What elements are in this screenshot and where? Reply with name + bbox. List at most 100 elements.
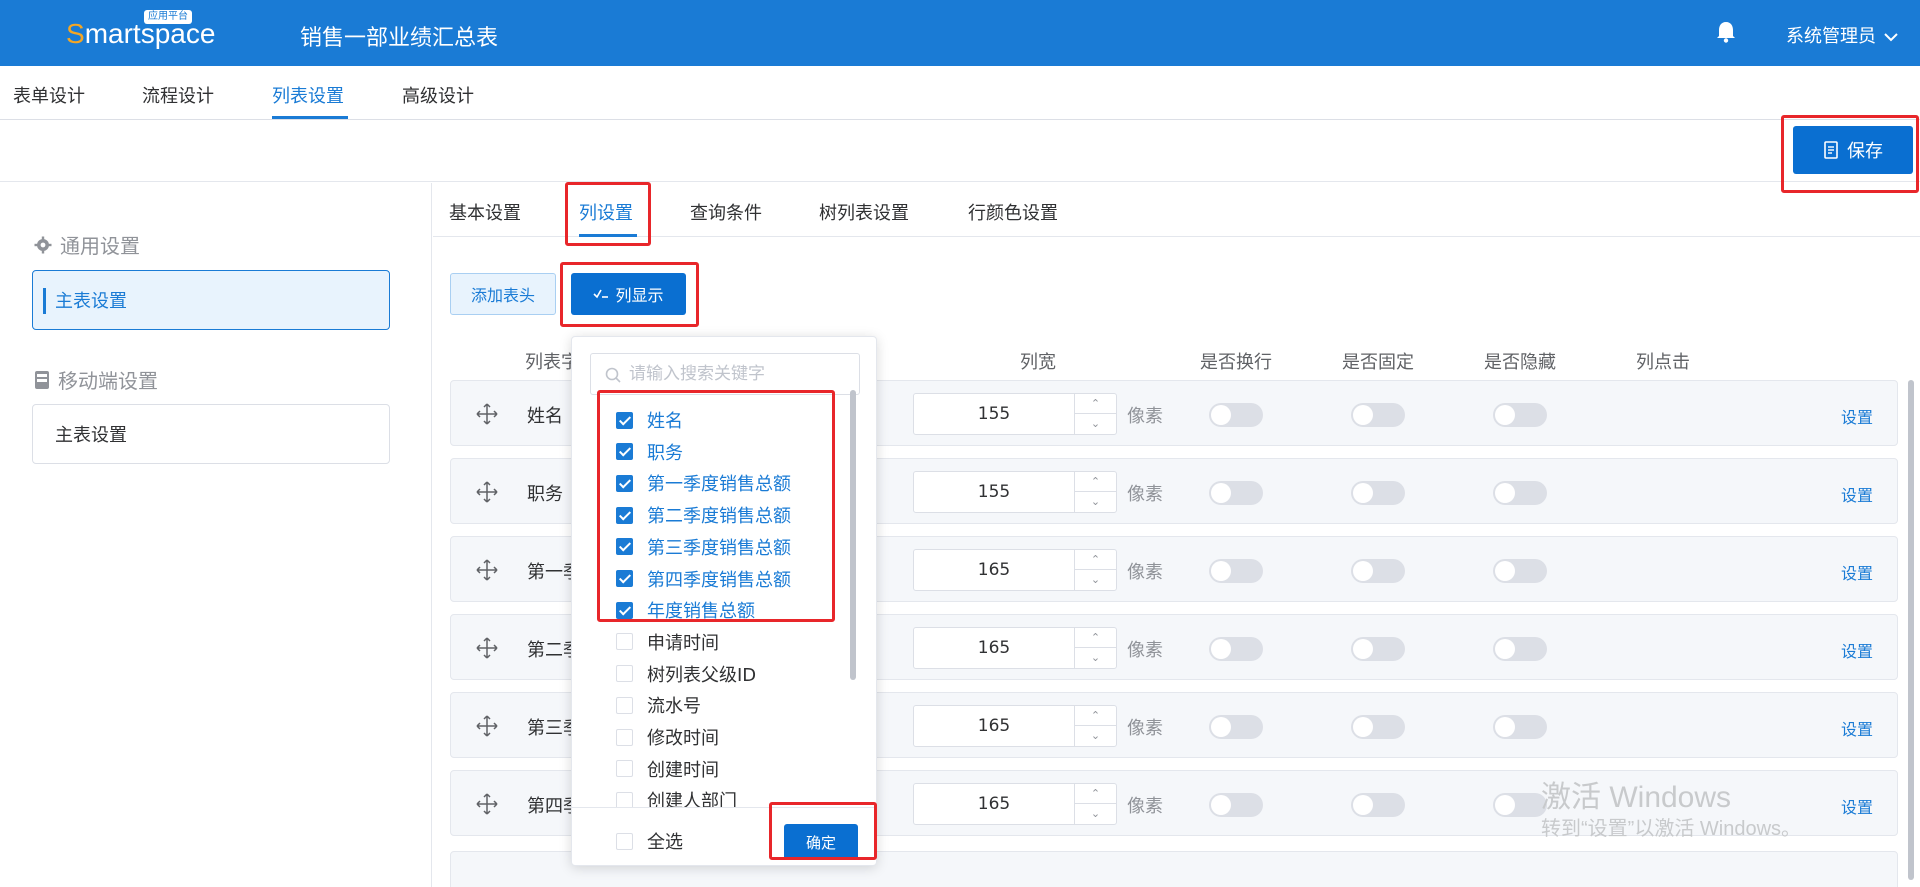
decrease-icon[interactable]: ⌄ bbox=[1075, 804, 1116, 824]
wrap-toggle[interactable] bbox=[1209, 481, 1263, 505]
decrease-icon[interactable]: ⌄ bbox=[1075, 648, 1116, 668]
column-option[interactable]: 年度销售总额 bbox=[616, 595, 755, 625]
width-stepper[interactable]: ⌃ ⌄ bbox=[1074, 472, 1116, 512]
increase-icon[interactable]: ⌃ bbox=[1075, 784, 1116, 804]
save-label: 保存 bbox=[1847, 141, 1883, 162]
increase-icon[interactable]: ⌃ bbox=[1075, 706, 1116, 726]
hidden-toggle[interactable] bbox=[1493, 403, 1547, 427]
header-column-click: 列点击 bbox=[1636, 352, 1690, 373]
wrap-toggle[interactable] bbox=[1209, 637, 1263, 661]
column-option[interactable]: 创建人部门 bbox=[616, 785, 737, 807]
subtab-query-conditions[interactable]: 查询条件 bbox=[690, 199, 762, 225]
column-option[interactable]: 第三季度销售总额 bbox=[616, 532, 791, 562]
decrease-icon[interactable]: ⌄ bbox=[1075, 570, 1116, 590]
hidden-toggle[interactable] bbox=[1493, 637, 1547, 661]
dropdown-scrollbar[interactable] bbox=[850, 390, 856, 680]
tab-form-design[interactable]: 表单设计 bbox=[13, 82, 85, 108]
increase-icon[interactable]: ⌃ bbox=[1075, 628, 1116, 648]
width-stepper[interactable]: ⌃ ⌄ bbox=[1074, 784, 1116, 824]
column-option[interactable]: 姓名 bbox=[616, 405, 683, 435]
column-option[interactable]: 修改时间 bbox=[616, 722, 719, 752]
column-click-settings-link[interactable]: 设置 bbox=[1841, 560, 1873, 584]
user-menu[interactable]: 系统管理员 bbox=[1786, 22, 1898, 48]
checkbox-box bbox=[616, 760, 633, 778]
drag-handle-icon[interactable] bbox=[475, 714, 499, 738]
subtab-tree-list-settings[interactable]: 树列表设置 bbox=[819, 199, 909, 225]
sidebar-item-label: 主表设置 bbox=[55, 291, 127, 312]
tab-list-settings[interactable]: 列表设置 bbox=[272, 82, 344, 108]
column-click-settings-link[interactable]: 设置 bbox=[1841, 716, 1873, 740]
wrap-toggle[interactable] bbox=[1209, 403, 1263, 427]
mobile-settings-title: 移动端设置 bbox=[58, 369, 158, 393]
tab-process-design[interactable]: 流程设计 bbox=[142, 82, 214, 108]
decrease-icon[interactable]: ⌄ bbox=[1075, 414, 1116, 434]
drag-handle-icon[interactable] bbox=[475, 402, 499, 426]
increase-icon[interactable]: ⌃ bbox=[1075, 472, 1116, 492]
column-click-settings-link[interactable]: 设置 bbox=[1841, 404, 1873, 428]
decrease-icon[interactable]: ⌄ bbox=[1075, 726, 1116, 746]
fixed-toggle[interactable] bbox=[1351, 481, 1405, 505]
width-stepper[interactable]: ⌃ ⌄ bbox=[1074, 394, 1116, 434]
fixed-toggle[interactable] bbox=[1351, 793, 1405, 817]
width-stepper[interactable]: ⌃ ⌄ bbox=[1074, 628, 1116, 668]
checkbox-box bbox=[616, 665, 633, 683]
column-click-settings-link[interactable]: 设置 bbox=[1841, 638, 1873, 662]
subtab-basic-settings[interactable]: 基本设置 bbox=[449, 199, 521, 225]
column-width-input[interactable]: 155 ⌃ ⌄ bbox=[913, 471, 1117, 513]
column-option[interactable]: 第四季度销售总额 bbox=[616, 564, 791, 594]
app-logo[interactable]: Smartspace bbox=[66, 18, 215, 50]
width-stepper[interactable]: ⌃ ⌄ bbox=[1074, 550, 1116, 590]
checkbox-box bbox=[616, 443, 633, 461]
subtab-column-settings[interactable]: 列设置 bbox=[579, 199, 633, 225]
column-option[interactable]: 第二季度销售总额 bbox=[616, 500, 791, 530]
fixed-toggle[interactable] bbox=[1351, 403, 1405, 427]
column-width-input[interactable]: 165 ⌃ ⌄ bbox=[913, 627, 1117, 669]
drag-handle-icon[interactable] bbox=[475, 636, 499, 660]
column-option[interactable]: 申请时间 bbox=[616, 627, 719, 657]
confirm-button[interactable]: 确定 bbox=[784, 824, 858, 860]
column-option[interactable]: 职务 bbox=[616, 437, 683, 467]
bell-icon[interactable] bbox=[1716, 21, 1736, 43]
column-click-settings-link[interactable]: 设置 bbox=[1841, 794, 1873, 818]
save-button[interactable]: 保存 bbox=[1793, 126, 1913, 174]
add-header-button[interactable]: 添加表头 bbox=[450, 273, 556, 315]
increase-icon[interactable]: ⌃ bbox=[1075, 550, 1116, 570]
column-width-input[interactable]: 165 ⌃ ⌄ bbox=[913, 783, 1117, 825]
column-click-settings-link[interactable]: 设置 bbox=[1841, 482, 1873, 506]
subtab-row-color-settings[interactable]: 行颜色设置 bbox=[968, 199, 1058, 225]
column-option[interactable]: 第一季度销售总额 bbox=[616, 468, 791, 498]
sidebar-item-main-table-mobile[interactable]: 主表设置 bbox=[32, 404, 390, 464]
fixed-toggle[interactable] bbox=[1351, 715, 1405, 739]
column-option[interactable]: 创建时间 bbox=[616, 754, 719, 784]
drag-handle-icon[interactable] bbox=[475, 792, 499, 816]
column-search-input[interactable] bbox=[629, 354, 853, 394]
tab-advanced-design[interactable]: 高级设计 bbox=[402, 82, 474, 108]
fixed-toggle[interactable] bbox=[1351, 637, 1405, 661]
column-search-box bbox=[590, 353, 860, 395]
table-scrollbar[interactable] bbox=[1908, 380, 1914, 880]
active-subtab-indicator bbox=[579, 234, 637, 237]
increase-icon[interactable]: ⌃ bbox=[1075, 394, 1116, 414]
decrease-icon[interactable]: ⌄ bbox=[1075, 492, 1116, 512]
hidden-toggle[interactable] bbox=[1493, 559, 1547, 583]
column-display-button[interactable]: 列显示 bbox=[571, 273, 686, 315]
wrap-toggle[interactable] bbox=[1209, 559, 1263, 583]
hidden-toggle[interactable] bbox=[1493, 481, 1547, 505]
hidden-toggle[interactable] bbox=[1493, 715, 1547, 739]
general-settings-group: 通用设置 bbox=[34, 230, 140, 259]
column-width-input[interactable]: 165 ⌃ ⌄ bbox=[913, 549, 1117, 591]
width-stepper[interactable]: ⌃ ⌄ bbox=[1074, 706, 1116, 746]
column-width-input[interactable]: 165 ⌃ ⌄ bbox=[913, 705, 1117, 747]
fixed-toggle[interactable] bbox=[1351, 559, 1405, 583]
column-option[interactable]: 树列表父级ID bbox=[616, 659, 756, 689]
column-option[interactable]: 流水号 bbox=[616, 690, 701, 720]
wrap-toggle[interactable] bbox=[1209, 715, 1263, 739]
select-all-checkbox[interactable]: 全选 bbox=[616, 828, 683, 854]
sidebar-item-main-table-general[interactable]: 主表设置 bbox=[32, 270, 390, 330]
drag-handle-icon[interactable] bbox=[475, 558, 499, 582]
drag-handle-icon[interactable] bbox=[475, 480, 499, 504]
column-width-input[interactable]: 155 ⌃ ⌄ bbox=[913, 393, 1117, 435]
hidden-toggle[interactable] bbox=[1493, 793, 1547, 817]
width-unit: 像素 bbox=[1127, 406, 1163, 427]
wrap-toggle[interactable] bbox=[1209, 793, 1263, 817]
